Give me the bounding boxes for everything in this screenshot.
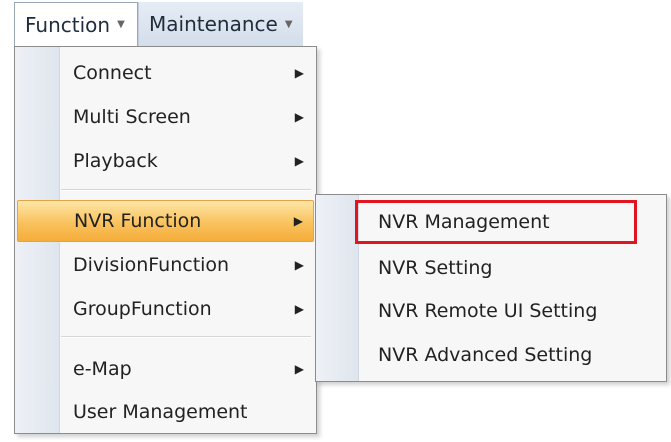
menu-item-nvr-function[interactable]: NVR Function ▶ [17, 200, 314, 242]
chevron-down-icon: ▼ [117, 19, 125, 30]
chevron-right-icon: ▶ [294, 258, 304, 272]
chevron-right-icon: ▶ [294, 154, 304, 168]
submenu-item-nvr-management[interactable]: NVR Management [355, 200, 637, 244]
menu-function[interactable]: Function ▼ [14, 2, 138, 46]
chevron-right-icon: ▶ [293, 214, 303, 228]
chevron-right-icon: ▶ [294, 66, 304, 80]
menu-item-label: GroupFunction [73, 298, 212, 320]
submenu-item-label: NVR Remote UI Setting [378, 300, 598, 322]
submenu-item-label: NVR Advanced Setting [378, 344, 593, 366]
submenu-item-nvr-advanced-setting[interactable]: NVR Advanced Setting [318, 334, 664, 376]
menu-item-user-management[interactable]: User Management [17, 391, 314, 433]
menu-item-label: User Management [73, 401, 248, 423]
menu-item-label: Playback [73, 150, 158, 172]
menu-item-e-map[interactable]: e-Map ▶ [17, 348, 314, 390]
submenu-item-nvr-remote-ui-setting[interactable]: NVR Remote UI Setting [318, 290, 664, 332]
submenu-item-nvr-setting[interactable]: NVR Setting [318, 247, 664, 289]
chevron-down-icon: ▼ [284, 18, 293, 30]
menu-item-multi-screen[interactable]: Multi Screen ▶ [17, 96, 314, 138]
menu-maintenance[interactable]: Maintenance ▼ [138, 2, 303, 46]
menu-item-label: NVR Function [74, 210, 202, 232]
menu-item-division-function[interactable]: DivisionFunction ▶ [17, 244, 314, 286]
chevron-right-icon: ▶ [294, 362, 304, 376]
menu-bar: Function ▼ Maintenance ▼ [14, 2, 303, 47]
nvr-function-submenu: NVR Management NVR Setting NVR Remote UI… [315, 194, 667, 382]
menu-item-label: Multi Screen [73, 106, 191, 128]
function-dropdown: Connect ▶ Multi Screen ▶ Playback ▶ NVR … [14, 46, 317, 434]
chevron-right-icon: ▶ [294, 302, 304, 316]
menu-item-label: DivisionFunction [73, 254, 230, 276]
chevron-right-icon: ▶ [294, 110, 304, 124]
menu-separator [61, 189, 311, 191]
menu-maintenance-label: Maintenance [149, 12, 278, 36]
submenu-item-label: NVR Management [378, 211, 550, 233]
menu-item-playback[interactable]: Playback ▶ [17, 140, 314, 182]
menu-separator [61, 336, 311, 338]
menu-item-label: e-Map [73, 358, 132, 380]
submenu-item-label: NVR Setting [378, 257, 493, 279]
menu-item-group-function[interactable]: GroupFunction ▶ [17, 288, 314, 330]
menu-function-label: Function [25, 12, 111, 37]
menu-item-connect[interactable]: Connect ▶ [17, 52, 314, 94]
menu-item-label: Connect [73, 62, 152, 84]
